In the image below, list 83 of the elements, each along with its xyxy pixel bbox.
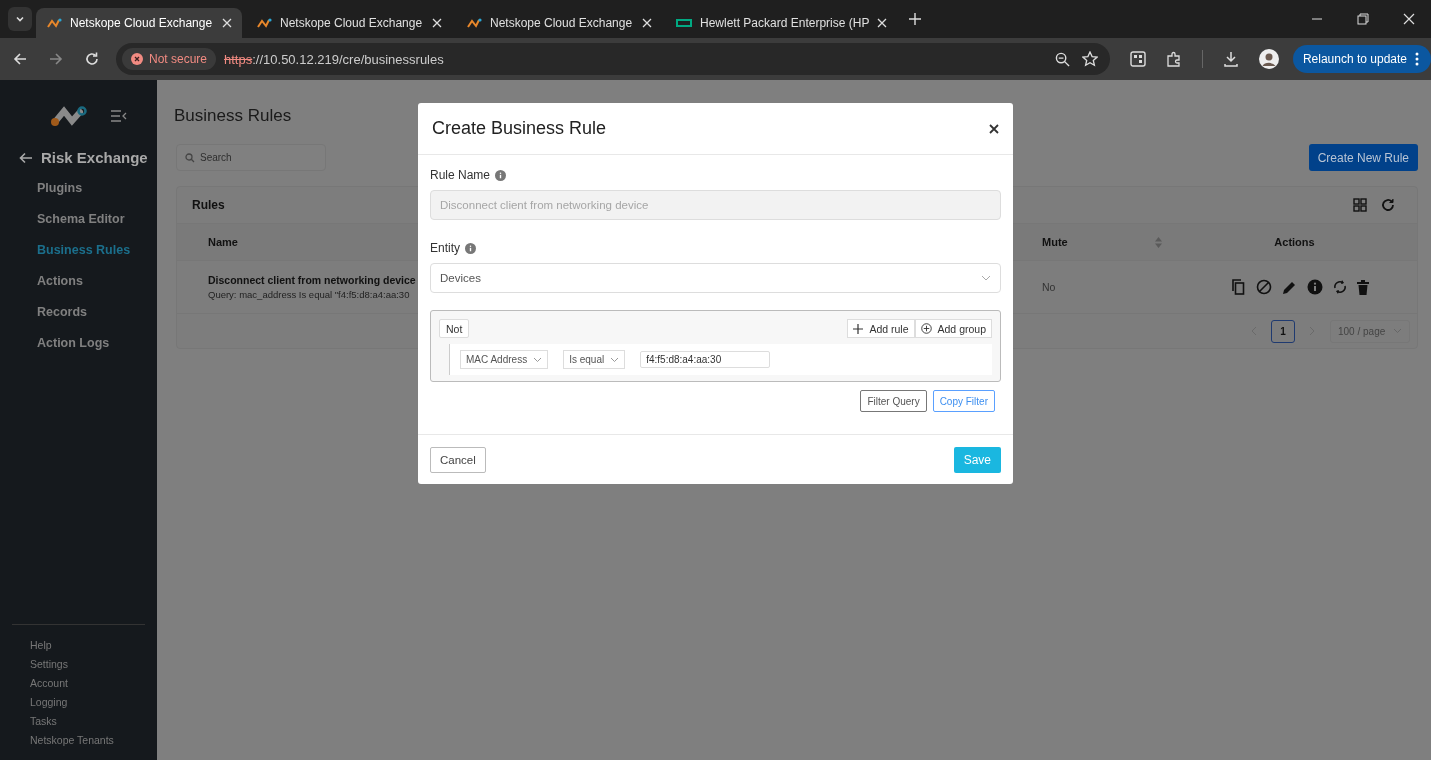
search-field[interactable]: Search [176,144,326,171]
copy-icon[interactable] [1230,279,1246,295]
restore-icon[interactable] [1357,13,1369,25]
forward-icon[interactable] [48,51,64,67]
address-url[interactable]: https://10.50.12.219/cre/businessrules [224,51,444,67]
page-button[interactable]: 1 [1271,319,1295,343]
column-header: Actions [1274,236,1315,248]
back-arrow-icon[interactable] [19,151,33,164]
circle-plus-icon [920,323,932,334]
chevron-down-icon [610,356,620,363]
section-title: Risk Exchange [41,149,148,166]
tab-list-icon[interactable] [8,7,32,31]
close-icon[interactable] [989,123,999,134]
not-toggle[interactable]: Not [439,319,470,338]
save-button[interactable]: Save [953,446,1001,473]
value-field[interactable]: f4:f5:d8:a4:aa:30 [640,351,771,368]
card-title: Rules [192,198,225,212]
new-tab-icon[interactable] [909,13,922,25]
browser-tab[interactable]: Hewlett Packard Enterprise (HP [666,8,898,38]
logo-icon [50,105,88,127]
zoom-icon[interactable] [1054,51,1070,67]
extensions-icon[interactable] [1165,51,1182,67]
chevron-down-icon [533,356,543,363]
warning-icon [131,53,143,65]
delete-icon[interactable] [1357,279,1369,295]
operator-select[interactable]: Is equal [563,350,626,369]
sidebar-item[interactable]: Plugins [37,181,157,195]
column-header[interactable]: Mute [1042,236,1068,248]
search-icon [185,153,195,163]
sidebar-item[interactable]: Business Rules [37,243,157,257]
collapse-menu-icon[interactable] [111,110,127,122]
copy-filter-button[interactable]: Copy Filter [932,390,995,412]
grid-view-icon[interactable] [1353,198,1367,212]
security-chip[interactable]: Not secure [122,48,217,70]
sidebar-item[interactable]: Schema Editor [37,212,157,226]
info-icon [465,242,476,254]
sidebar-item[interactable]: Records [37,305,157,319]
sidebar-link[interactable]: Tasks [30,715,145,727]
sidebar-link[interactable]: Settings [30,658,145,670]
browser-tab[interactable]: Netskope Cloud Exchange [456,8,662,38]
add-group-button[interactable]: Add group [914,319,992,338]
chevron-down-icon [981,275,991,281]
page-title: Business Rules [174,106,293,126]
menu-icon[interactable] [1415,52,1419,66]
info-icon [495,169,507,181]
disable-icon[interactable] [1256,279,1272,295]
sidebar-link[interactable]: Logging [30,696,145,708]
wave-logo-icon [46,17,62,29]
column-header: Name [208,236,238,248]
sync-icon[interactable] [1333,279,1347,295]
add-rule-button[interactable]: Add rule [847,319,915,338]
relaunch-button[interactable]: Relaunch to update [1292,45,1431,73]
table-cell: No [1042,281,1056,293]
browser-tab[interactable]: Netskope Cloud Exchange [36,8,242,38]
field-label: Rule Name [430,168,491,182]
download-icon[interactable] [1222,51,1239,67]
edit-icon[interactable] [1282,279,1297,295]
reload-icon[interactable] [84,51,100,67]
wave-logo-icon [466,17,482,29]
filter-query-button[interactable]: Filter Query [860,390,927,412]
sidebar-item[interactable]: Action Logs [37,336,157,350]
field-select[interactable]: MAC Address [460,350,549,369]
sidebar-link[interactable]: Help [30,639,145,651]
create-rule-button[interactable]: Create New Rule [1308,144,1418,171]
grid-square-icon[interactable] [1129,51,1146,67]
rule-name: Disconnect client from networking device [208,274,416,286]
cancel-button[interactable]: Cancel [430,446,486,473]
avatar-icon[interactable] [1258,49,1279,69]
entity-select[interactable]: Devices [430,263,1001,293]
back-icon[interactable] [12,51,28,67]
info-icon[interactable] [1307,279,1323,295]
field-label: Entity [430,241,460,255]
dialog-title: Create Business Rule [432,118,607,139]
rectangle-logo-icon [676,18,692,28]
sidebar-link[interactable]: Netskope Tenants [30,734,145,746]
sidebar-item[interactable]: Actions [37,274,157,288]
browser-tab[interactable]: Netskope Cloud Exchange [246,8,452,38]
star-icon[interactable] [1081,51,1098,67]
sidebar-link[interactable]: Account [30,677,145,689]
refresh-icon[interactable] [1381,198,1395,212]
rule-query: Query: mac_address Is equal "f4:f5:d8:a4:aa:30 [208,289,410,300]
wave-logo-icon [256,17,272,29]
plus-icon [853,323,864,334]
